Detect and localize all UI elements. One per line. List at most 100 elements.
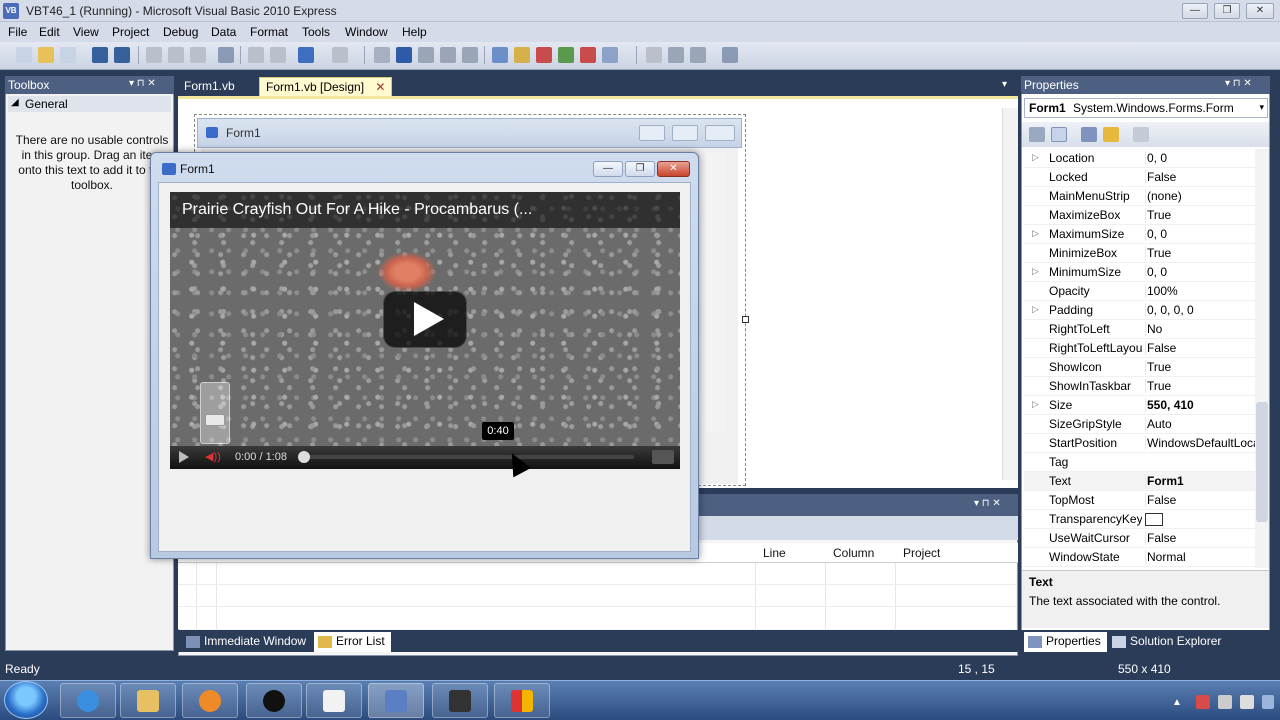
volume-slider[interactable]: [200, 382, 230, 444]
make-same-size-icon[interactable]: [668, 47, 684, 63]
property-row-sizegripstyle[interactable]: SizeGripStyle Auto: [1024, 415, 1256, 434]
undo-icon[interactable]: [298, 47, 314, 63]
play-icon[interactable]: [179, 451, 189, 463]
property-value[interactable]: (none): [1145, 189, 1255, 203]
start-button[interactable]: [4, 681, 48, 719]
property-row-maximumsize[interactable]: ▷ MaximumSize 0, 0: [1024, 225, 1256, 244]
open-folder-icon[interactable]: [38, 47, 54, 63]
tab-form1-vb[interactable]: Form1.vb: [178, 77, 241, 96]
properties-object-selector[interactable]: Form1 System.Windows.Forms.Form ▾: [1024, 98, 1268, 118]
property-value[interactable]: Normal: [1145, 550, 1255, 564]
design-form-scrollbar[interactable]: [706, 152, 726, 432]
tab-overflow-icon[interactable]: ▾: [1002, 79, 1007, 90]
minimize-button[interactable]: —: [1182, 3, 1208, 19]
properties-view-icon[interactable]: [1081, 127, 1097, 142]
property-row-minimumsize[interactable]: ▷ MinimumSize 0, 0: [1024, 263, 1256, 282]
spacing-icon[interactable]: [690, 47, 706, 63]
property-row-padding[interactable]: ▷ Padding 0, 0, 0, 0: [1024, 301, 1256, 320]
property-value[interactable]: False: [1145, 531, 1255, 545]
property-row-text[interactable]: Text Form1: [1024, 472, 1256, 491]
property-row-showicon[interactable]: ShowIcon True: [1024, 358, 1256, 377]
property-row-startposition[interactable]: StartPosition WindowsDefaultLocation: [1024, 434, 1256, 453]
copy-icon[interactable]: [168, 47, 184, 63]
toolbar-options-icon[interactable]: [722, 47, 738, 63]
cut-icon[interactable]: [146, 47, 162, 63]
start-page-icon[interactable]: [580, 47, 596, 63]
expand-icon[interactable]: ▷: [1032, 304, 1039, 315]
toolbox-icon[interactable]: [536, 47, 552, 63]
property-value[interactable]: 550, 410: [1145, 398, 1255, 412]
close-button[interactable]: ✕: [1246, 3, 1274, 19]
property-row-transparencykey[interactable]: TransparencyKey: [1024, 510, 1256, 529]
toolbox-window-controls[interactable]: ▾ ⊓ ✕: [129, 78, 156, 89]
property-value[interactable]: WindowsDefaultLocation: [1145, 436, 1255, 450]
tab-solution-explorer[interactable]: Solution Explorer: [1108, 632, 1227, 652]
column-column[interactable]: Column: [833, 546, 874, 560]
categorized-icon[interactable]: [1029, 127, 1045, 142]
properties-scrollbar-thumb[interactable]: [1256, 402, 1268, 522]
maximize-button[interactable]: ❐: [1214, 3, 1240, 19]
align-icon[interactable]: [646, 47, 662, 63]
property-value[interactable]: True: [1145, 246, 1255, 260]
tab-properties[interactable]: Properties: [1024, 632, 1107, 652]
stop-debugging-icon[interactable]: [396, 47, 412, 63]
property-row-opacity[interactable]: Opacity 100%: [1024, 282, 1256, 301]
menu-file[interactable]: File: [8, 25, 27, 39]
object-browser-icon[interactable]: [558, 47, 574, 63]
property-row-righttoleft[interactable]: RightToLeft No: [1024, 320, 1256, 339]
extension-manager-icon[interactable]: [602, 47, 618, 63]
property-value[interactable]: False: [1145, 341, 1255, 355]
property-value[interactable]: 100%: [1145, 284, 1255, 298]
property-row-locked[interactable]: Locked False: [1024, 168, 1256, 187]
property-value[interactable]: No: [1145, 322, 1255, 336]
start-debugging-icon[interactable]: [374, 47, 390, 63]
expand-icon[interactable]: ▷: [1032, 266, 1039, 277]
running-form-maximize-button[interactable]: ❐: [625, 161, 655, 177]
properties-icon[interactable]: [514, 47, 530, 63]
property-value[interactable]: Form1: [1145, 474, 1255, 488]
expand-icon[interactable]: ▷: [1032, 152, 1039, 163]
property-pages-icon[interactable]: [1133, 127, 1149, 142]
add-item-icon[interactable]: [60, 47, 76, 63]
property-row-size[interactable]: ▷ Size 550, 410: [1024, 396, 1256, 415]
property-row-tag[interactable]: Tag: [1024, 453, 1256, 472]
menu-project[interactable]: Project: [112, 25, 149, 39]
comment-icon[interactable]: [248, 47, 264, 63]
property-value[interactable]: Auto: [1145, 417, 1255, 431]
property-row-usewaitcursor[interactable]: UseWaitCursor False: [1024, 529, 1256, 548]
redo-icon[interactable]: [332, 47, 348, 63]
property-row-windowstate[interactable]: WindowState Normal: [1024, 548, 1256, 567]
column-line[interactable]: Line: [763, 546, 786, 560]
solution-explorer-icon[interactable]: [492, 47, 508, 63]
menu-tools[interactable]: Tools: [302, 25, 330, 39]
uncomment-icon[interactable]: [270, 47, 286, 63]
property-row-showintaskbar[interactable]: ShowInTaskbar True: [1024, 377, 1256, 396]
property-row-mainmenustrip[interactable]: MainMenuStrip (none): [1024, 187, 1256, 206]
step-out-icon[interactable]: [462, 47, 478, 63]
step-into-icon[interactable]: [418, 47, 434, 63]
property-value[interactable]: 0, 0, 0, 0: [1145, 303, 1255, 317]
property-value[interactable]: False: [1145, 493, 1255, 507]
events-icon[interactable]: [1103, 127, 1119, 142]
property-value[interactable]: 0, 0: [1145, 265, 1255, 279]
volume-icon[interactable]: ◀)): [205, 451, 221, 463]
property-row-minimizebox[interactable]: MinimizeBox True: [1024, 244, 1256, 263]
save-icon[interactable]: [92, 47, 108, 63]
resize-handle[interactable]: [742, 316, 749, 323]
menu-data[interactable]: Data: [211, 25, 236, 39]
property-row-righttoleftlayout[interactable]: RightToLeftLayout False: [1024, 339, 1256, 358]
alphabetical-icon[interactable]: [1051, 127, 1067, 142]
tab-error-list[interactable]: Error List: [314, 632, 391, 652]
property-row-topmost[interactable]: TopMost False: [1024, 491, 1256, 510]
designer-scrollbar[interactable]: [1002, 108, 1018, 480]
seek-bar[interactable]: [300, 455, 634, 459]
property-value[interactable]: False: [1145, 170, 1255, 184]
tray-expand-icon[interactable]: ▲: [1172, 697, 1186, 711]
color-swatch[interactable]: [1145, 513, 1163, 526]
expand-icon[interactable]: ▷: [1032, 399, 1039, 410]
column-project[interactable]: Project: [903, 546, 940, 560]
expand-icon[interactable]: ▷: [1032, 228, 1039, 239]
find-icon[interactable]: [218, 47, 234, 63]
tab-immediate-window[interactable]: Immediate Window: [182, 632, 312, 652]
save-all-icon[interactable]: [114, 47, 130, 63]
